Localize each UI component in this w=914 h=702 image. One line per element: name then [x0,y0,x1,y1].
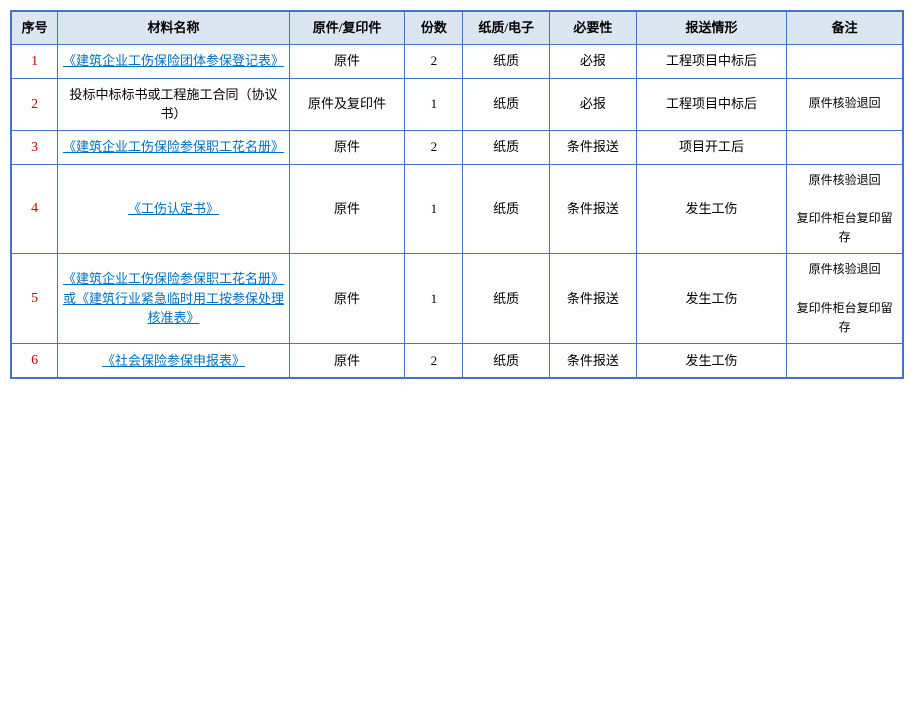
cell-seq: 5 [12,254,58,344]
cell-report: 发生工伤 [636,164,786,254]
cell-name: 《建筑企业工伤保险团体参保登记表》 [58,44,289,78]
cell-num: 1 [405,164,463,254]
header-name: 材料名称 [58,12,289,45]
cell-required: 必报 [550,78,637,130]
cell-seq: 6 [12,344,58,378]
material-name-link[interactable]: 《建筑企业工伤保险团体参保登记表》 [63,53,284,68]
cell-copy: 原件 [289,344,405,378]
cell-copy: 原件 [289,254,405,344]
header-required: 必要性 [550,12,637,45]
cell-report: 发生工伤 [636,344,786,378]
header-report: 报送情形 [636,12,786,45]
header-num: 份数 [405,12,463,45]
header-note: 备注 [787,12,903,45]
cell-copy: 原件 [289,44,405,78]
material-name-link[interactable]: 《建筑企业工伤保险参保职工花名册》或《建筑行业紧急临时用工按参保处理核准表》 [63,271,284,325]
cell-note [787,130,903,164]
header-paper: 纸质/电子 [463,12,550,45]
cell-paper: 纸质 [463,254,550,344]
cell-copy: 原件 [289,164,405,254]
main-table: 序号 材料名称 原件/复印件 份数 纸质/电子 必要性 报送情形 备注 1 《建筑… [10,10,904,379]
header-row: 序号 材料名称 原件/复印件 份数 纸质/电子 必要性 报送情形 备注 [12,12,903,45]
cell-num: 2 [405,44,463,78]
cell-seq: 2 [12,78,58,130]
cell-required: 条件报送 [550,164,637,254]
cell-required: 条件报送 [550,130,637,164]
cell-note: 原件核验退回 [787,78,903,130]
cell-name: 《社会保险参保申报表》 [58,344,289,378]
cell-required: 必报 [550,44,637,78]
material-name-link[interactable]: 《建筑企业工伤保险参保职工花名册》 [63,139,284,154]
cell-paper: 纸质 [463,344,550,378]
cell-required: 条件报送 [550,254,637,344]
cell-seq: 4 [12,164,58,254]
cell-note [787,344,903,378]
cell-paper: 纸质 [463,78,550,130]
table-row: 2投标中标标书或工程施工合同（协议书）原件及复印件1纸质必报工程项目中标后原件核… [12,78,903,130]
material-name-link[interactable]: 《社会保险参保申报表》 [102,353,245,368]
cell-paper: 纸质 [463,130,550,164]
cell-num: 2 [405,130,463,164]
cell-report: 工程项目中标后 [636,78,786,130]
material-name-link[interactable]: 《工伤认定书》 [128,201,219,216]
cell-paper: 纸质 [463,164,550,254]
table-row: 6 《社会保险参保申报表》 原件2纸质条件报送发生工伤 [12,344,903,378]
table-row: 1 《建筑企业工伤保险团体参保登记表》原件2纸质必报工程项目中标后 [12,44,903,78]
cell-name: 《建筑企业工伤保险参保职工花名册》 [58,130,289,164]
cell-seq: 1 [12,44,58,78]
table-row: 3 《建筑企业工伤保险参保职工花名册》原件2纸质条件报送项目开工后 [12,130,903,164]
cell-name: 投标中标标书或工程施工合同（协议书） [58,78,289,130]
table-row: 4 《工伤认定书》 原件1纸质条件报送发生工伤原件核验退回复印件柜台复印留存 [12,164,903,254]
cell-report: 工程项目中标后 [636,44,786,78]
cell-required: 条件报送 [550,344,637,378]
header-copy: 原件/复印件 [289,12,405,45]
cell-copy: 原件及复印件 [289,78,405,130]
cell-paper: 纸质 [463,44,550,78]
cell-num: 2 [405,344,463,378]
cell-name: 《建筑企业工伤保险参保职工花名册》或《建筑行业紧急临时用工按参保处理核准表》 [58,254,289,344]
cell-report: 项目开工后 [636,130,786,164]
cell-note: 原件核验退回复印件柜台复印留存 [787,164,903,254]
cell-num: 1 [405,78,463,130]
cell-copy: 原件 [289,130,405,164]
cell-name: 《工伤认定书》 [58,164,289,254]
header-seq: 序号 [12,12,58,45]
cell-seq: 3 [12,130,58,164]
cell-note: 原件核验退回复印件柜台复印留存 [787,254,903,344]
cell-num: 1 [405,254,463,344]
table-row: 5《建筑企业工伤保险参保职工花名册》或《建筑行业紧急临时用工按参保处理核准表》原… [12,254,903,344]
cell-report: 发生工伤 [636,254,786,344]
cell-note [787,44,903,78]
